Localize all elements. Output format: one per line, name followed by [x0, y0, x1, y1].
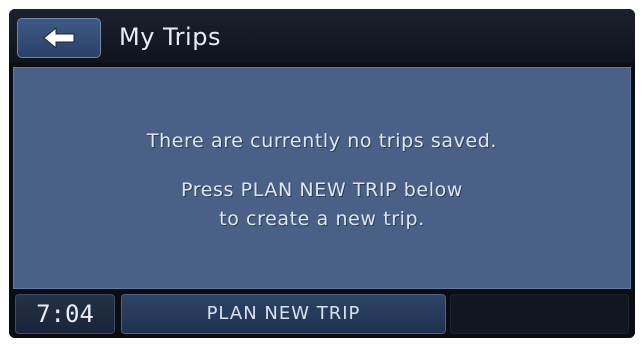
header-bar: My Trips	[9, 9, 635, 63]
clock-display[interactable]: 7:04	[15, 294, 115, 334]
content-panel: There are currently no trips saved. Pres…	[13, 67, 631, 289]
instruction-line-1: Press PLAN NEW TRIP below	[181, 179, 463, 201]
page-title: My Trips	[119, 23, 221, 51]
empty-state-message: There are currently no trips saved.	[146, 130, 498, 152]
instruction-line-2: to create a new trip.	[219, 208, 425, 230]
back-button[interactable]	[17, 18, 101, 58]
left-arrow-icon	[42, 27, 76, 49]
empty-softkey-slot	[450, 294, 629, 334]
plan-new-trip-button[interactable]: PLAN NEW TRIP	[121, 294, 446, 334]
bottom-bar: 7:04 PLAN NEW TRIP	[9, 291, 635, 338]
nav-screen: My Trips There are currently no trips sa…	[9, 9, 635, 338]
